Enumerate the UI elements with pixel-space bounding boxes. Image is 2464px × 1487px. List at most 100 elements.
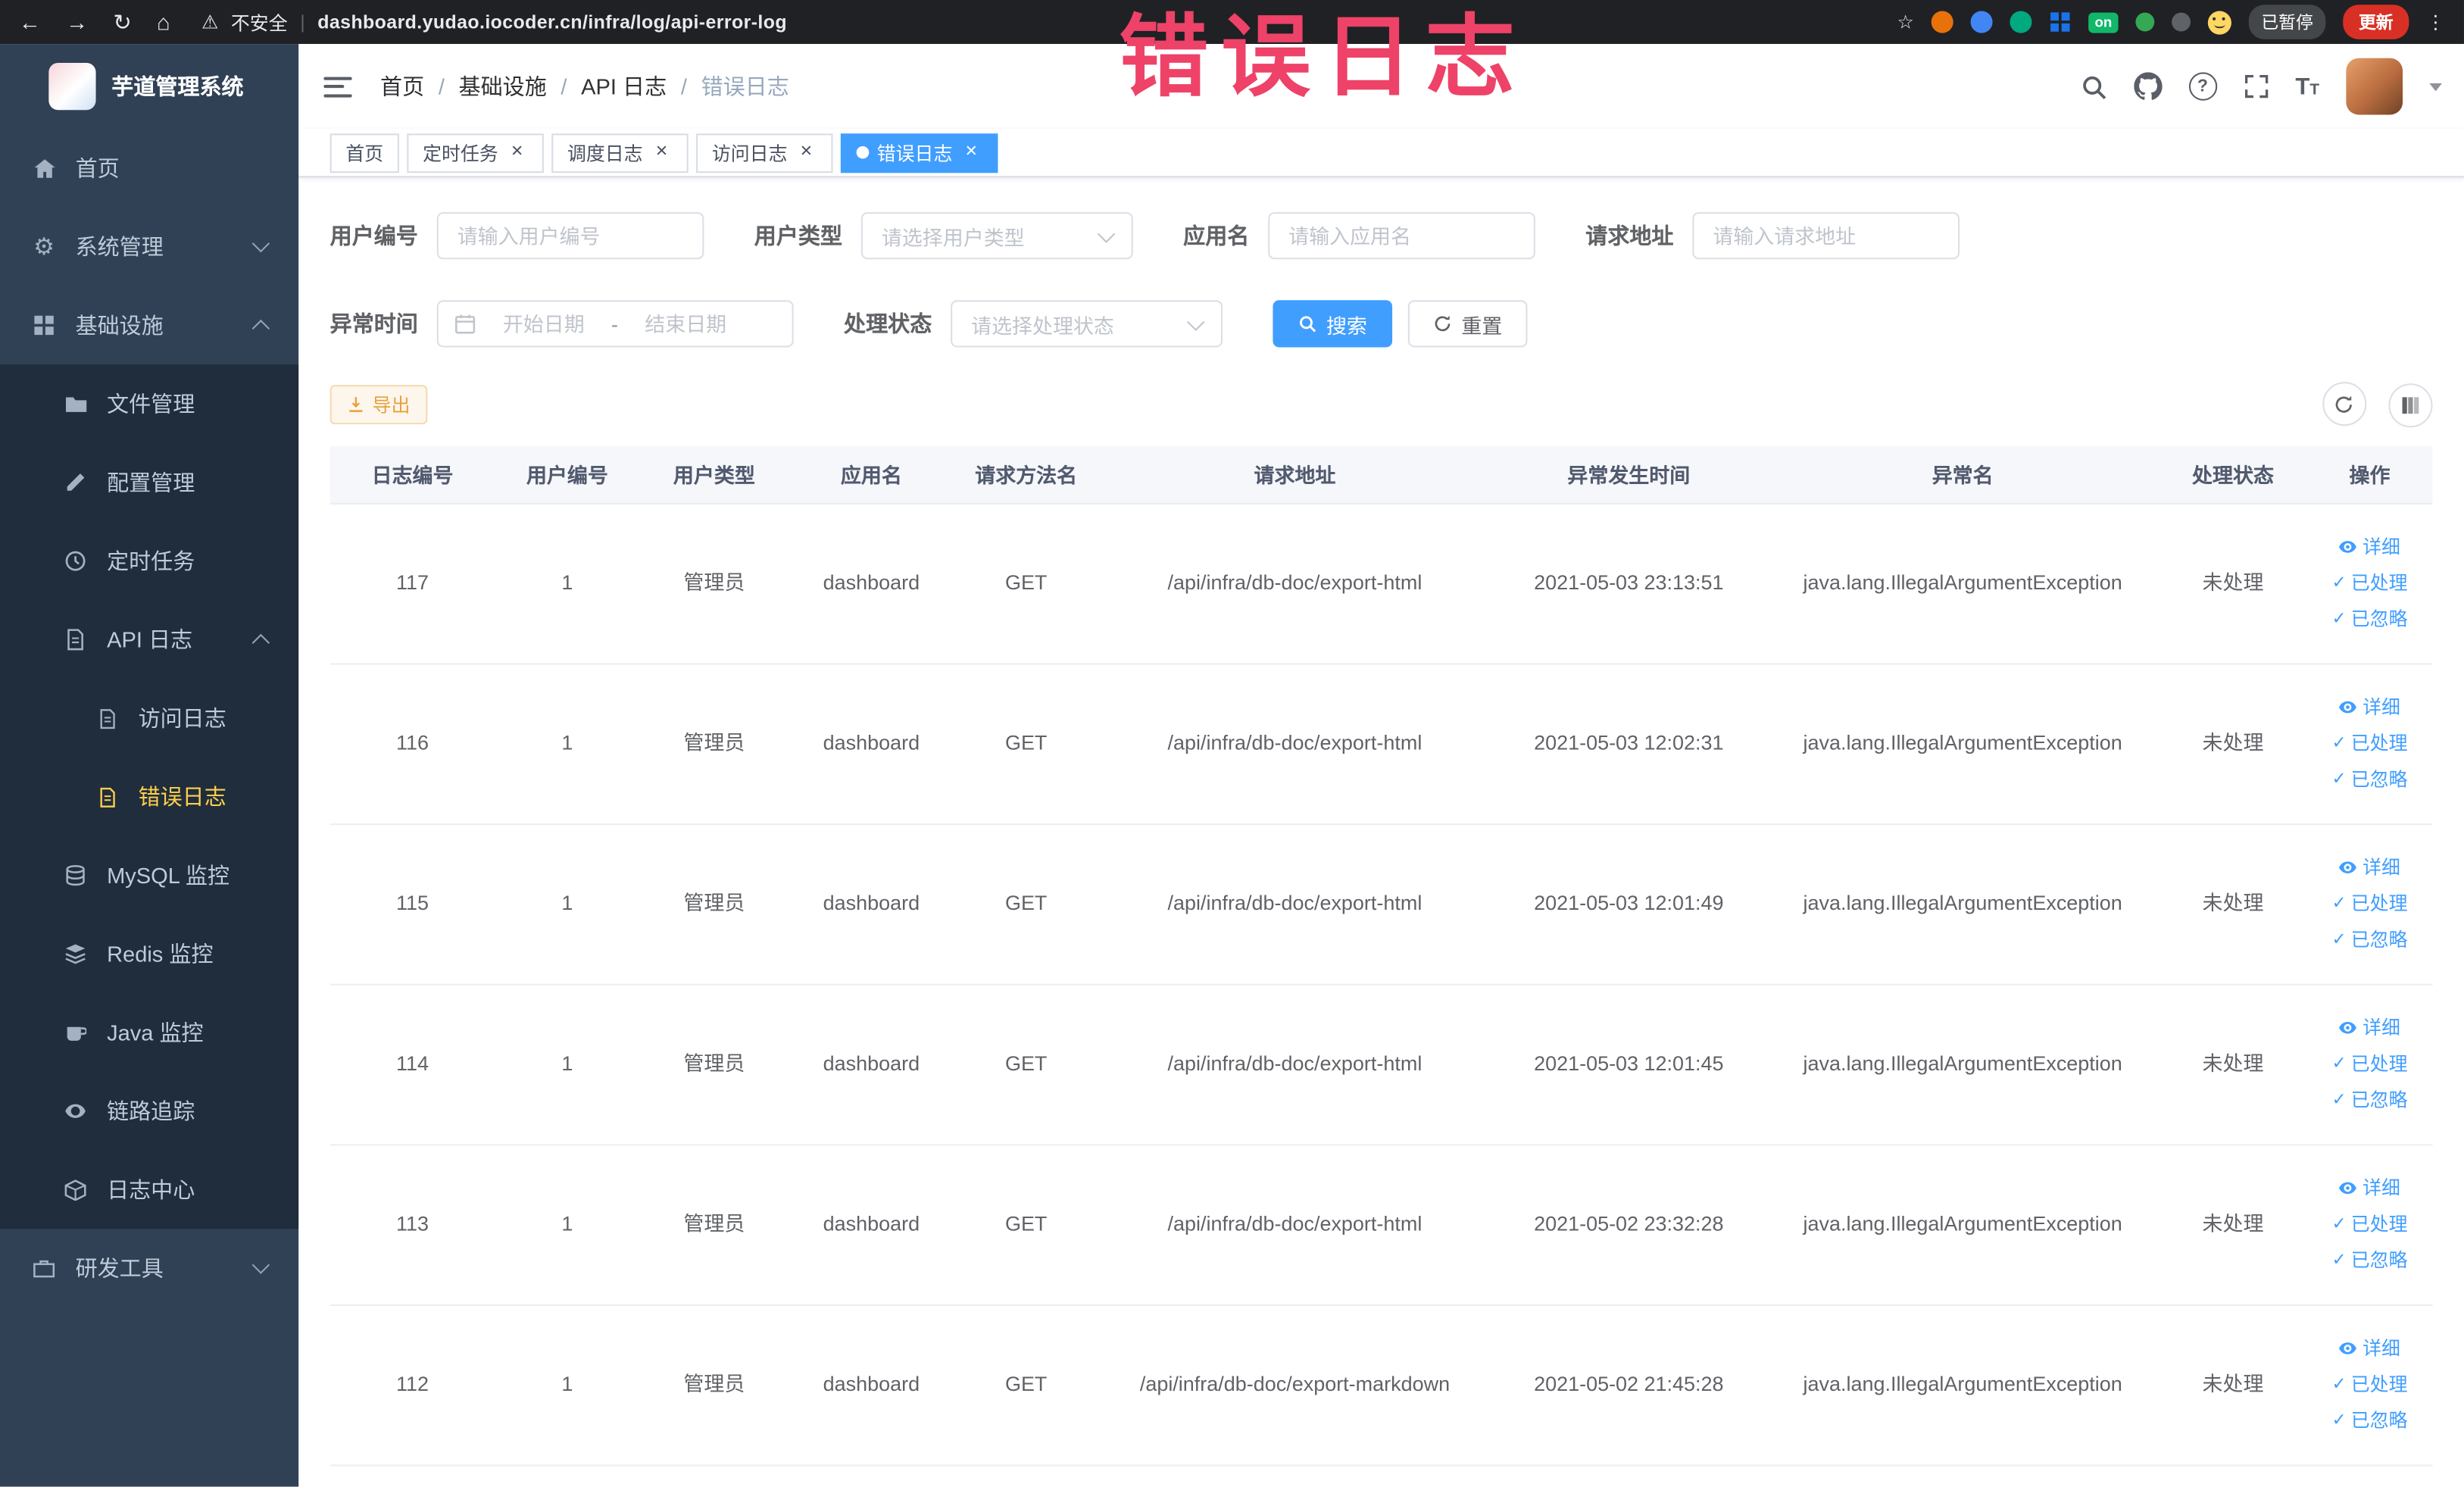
- sidebar-item-redis-monitor[interactable]: Redis 监控: [0, 914, 298, 993]
- detail-link[interactable]: 详细: [2339, 533, 2400, 561]
- extension-icon-orange[interactable]: [1931, 11, 1953, 33]
- mark-ignored-link[interactable]: ✓ 已忽略: [2331, 605, 2407, 633]
- close-icon[interactable]: ×: [795, 140, 817, 164]
- extension-icon-teal[interactable]: [2010, 11, 2032, 33]
- close-icon[interactable]: ×: [506, 140, 528, 164]
- app-logo[interactable]: 芋道管理系统: [0, 44, 298, 129]
- forward-icon[interactable]: →: [66, 11, 88, 33]
- tab-error-logs[interactable]: 错误日志 ×: [841, 133, 998, 173]
- smiley-extension-icon[interactable]: [2207, 10, 2231, 34]
- sidebar-item-dev-tools[interactable]: 研发工具: [0, 1229, 298, 1307]
- mark-ignored-link[interactable]: ✓ 已忽略: [2331, 1086, 2407, 1114]
- help-icon[interactable]: ?: [2188, 72, 2217, 101]
- table-row: 114 1 管理员 dashboard GET /api/infra/db-do…: [329, 985, 2433, 1145]
- process-status-select[interactable]: 请选择处理状态: [951, 300, 1223, 348]
- request-url-input[interactable]: [1692, 212, 1960, 260]
- sidebar-item-error-logs[interactable]: 错误日志: [0, 758, 298, 836]
- cell-actions: 详细 ✓ 已处理 ✓ 已忽略: [2307, 1174, 2433, 1275]
- extension-icon-gray[interactable]: [2172, 12, 2191, 32]
- mark-processed-link[interactable]: ✓ 已处理: [2331, 1210, 2407, 1238]
- mark-ignored-link[interactable]: ✓ 已忽略: [2331, 765, 2407, 793]
- start-date-input[interactable]: [486, 311, 602, 336]
- breadcrumb: 首页 / 基础设施 / API 日志 / 错误日志: [380, 70, 789, 102]
- back-icon[interactable]: ←: [19, 11, 41, 33]
- sidebar-item-file-management[interactable]: 文件管理: [0, 364, 298, 443]
- sidebar-item-access-logs[interactable]: 访问日志: [0, 679, 298, 758]
- sidebar-item-tracing[interactable]: 链路追踪: [0, 1072, 298, 1151]
- mark-processed-link[interactable]: ✓ 已处理: [2331, 889, 2407, 917]
- mark-ignored-link[interactable]: ✓ 已忽略: [2331, 926, 2407, 954]
- database-icon: [63, 863, 88, 888]
- table-row: 115 1 管理员 dashboard GET /api/infra/db-do…: [329, 824, 2433, 985]
- search-button[interactable]: 搜索: [1273, 300, 1393, 348]
- chevron-down-icon: [1187, 312, 1205, 330]
- tab-schedule-logs[interactable]: 调度日志 ×: [551, 133, 689, 173]
- bookmark-star-icon[interactable]: ☆: [1897, 13, 1914, 32]
- user-id-input[interactable]: [436, 212, 704, 260]
- detail-link[interactable]: 详细: [2339, 1174, 2400, 1202]
- mark-ignored-link[interactable]: ✓ 已忽略: [2331, 1407, 2407, 1435]
- extension-icon-green[interactable]: [2135, 12, 2155, 32]
- sidebar-item-java-monitor[interactable]: Java 监控: [0, 993, 298, 1072]
- font-size-icon[interactable]: TT: [2295, 75, 2319, 98]
- exception-time-range-picker[interactable]: -: [436, 300, 794, 348]
- detail-link[interactable]: 详细: [2339, 1334, 2400, 1362]
- avatar[interactable]: [2346, 58, 2403, 115]
- sidebar-item-infrastructure[interactable]: 基础设施: [0, 286, 298, 365]
- end-date-input[interactable]: [627, 311, 744, 336]
- mark-processed-link[interactable]: ✓ 已处理: [2331, 729, 2407, 758]
- tags-view-bar: 首页 定时任务 × 调度日志 × 访问日志 × 错误日志 ×: [298, 129, 2464, 178]
- sidebar-item-scheduled-tasks[interactable]: 定时任务: [0, 522, 298, 601]
- extension-icon-grid[interactable]: [2049, 11, 2071, 33]
- sidebar-item-config-management[interactable]: 配置管理: [0, 443, 298, 522]
- mark-ignored-link[interactable]: ✓ 已忽略: [2331, 1246, 2407, 1274]
- detail-link[interactable]: 详细: [2339, 693, 2400, 721]
- reload-icon[interactable]: ↻: [113, 11, 131, 33]
- user-type-select[interactable]: 请选择用户类型: [860, 212, 1133, 260]
- close-icon[interactable]: ×: [960, 140, 982, 164]
- not-secure-icon: ⚠: [201, 11, 219, 33]
- tab-access-logs[interactable]: 访问日志 ×: [696, 133, 833, 173]
- menu-fold-icon[interactable]: [323, 76, 352, 97]
- detail-link[interactable]: 详细: [2339, 854, 2400, 882]
- home-icon[interactable]: ⌂: [157, 11, 170, 33]
- check-icon: ✓: [2331, 1214, 2347, 1233]
- cell-actions: 详细 ✓ 已处理 ✓ 已忽略: [2307, 1014, 2433, 1114]
- logo-image: [48, 62, 96, 111]
- mark-processed-link[interactable]: ✓ 已处理: [2331, 569, 2407, 597]
- breadcrumb-api-logs[interactable]: API 日志: [581, 70, 667, 102]
- column-settings-button[interactable]: [2388, 383, 2433, 427]
- mark-processed-link[interactable]: ✓ 已处理: [2331, 1050, 2407, 1078]
- extension-on-badge[interactable]: on: [2088, 11, 2119, 33]
- address-bar[interactable]: ⚠ 不安全 | dashboard.yudao.iocoder.cn/infra…: [201, 8, 1897, 35]
- mark-processed-link[interactable]: ✓ 已处理: [2331, 1370, 2407, 1398]
- cell-exception-name: java.lang.IllegalArgumentException: [1803, 891, 2122, 915]
- cell-log-id: 115: [396, 891, 429, 915]
- search-icon[interactable]: [2080, 73, 2106, 99]
- chevron-down-icon[interactable]: [2429, 82, 2442, 91]
- breadcrumb-infrastructure[interactable]: 基础设施: [459, 70, 547, 102]
- tab-scheduled-tasks[interactable]: 定时任务 ×: [407, 133, 544, 173]
- paused-badge[interactable]: 已暂停: [2248, 5, 2326, 39]
- export-button[interactable]: 导出: [329, 384, 428, 424]
- sidebar-item-api-logs[interactable]: API 日志: [0, 600, 298, 679]
- close-icon[interactable]: ×: [651, 140, 673, 164]
- update-button[interactable]: 更新: [2343, 5, 2409, 39]
- cell-user-type: 管理员: [683, 891, 745, 915]
- reset-button[interactable]: 重置: [1407, 300, 1528, 348]
- sidebar-item-system-management[interactable]: ⚙ 系统管理: [0, 208, 298, 286]
- detail-link[interactable]: 详细: [2339, 1014, 2400, 1042]
- app-name-input[interactable]: [1268, 212, 1535, 260]
- tab-home[interactable]: 首页: [329, 133, 399, 173]
- extension-icon-blue[interactable]: [1970, 11, 1993, 33]
- breadcrumb-current: 错误日志: [701, 73, 789, 99]
- sidebar-item-log-center[interactable]: 日志中心: [0, 1151, 298, 1229]
- breadcrumb-home[interactable]: 首页: [380, 70, 424, 102]
- sidebar-item-home[interactable]: 首页: [0, 129, 298, 208]
- refresh-button[interactable]: [2322, 382, 2366, 426]
- cell-log-id: 112: [396, 1372, 429, 1396]
- github-icon[interactable]: [2133, 72, 2163, 100]
- fullscreen-icon[interactable]: [2244, 74, 2269, 99]
- browser-menu-icon[interactable]: ⋮: [2426, 13, 2445, 32]
- sidebar-item-mysql-monitor[interactable]: MySQL 监控: [0, 836, 298, 915]
